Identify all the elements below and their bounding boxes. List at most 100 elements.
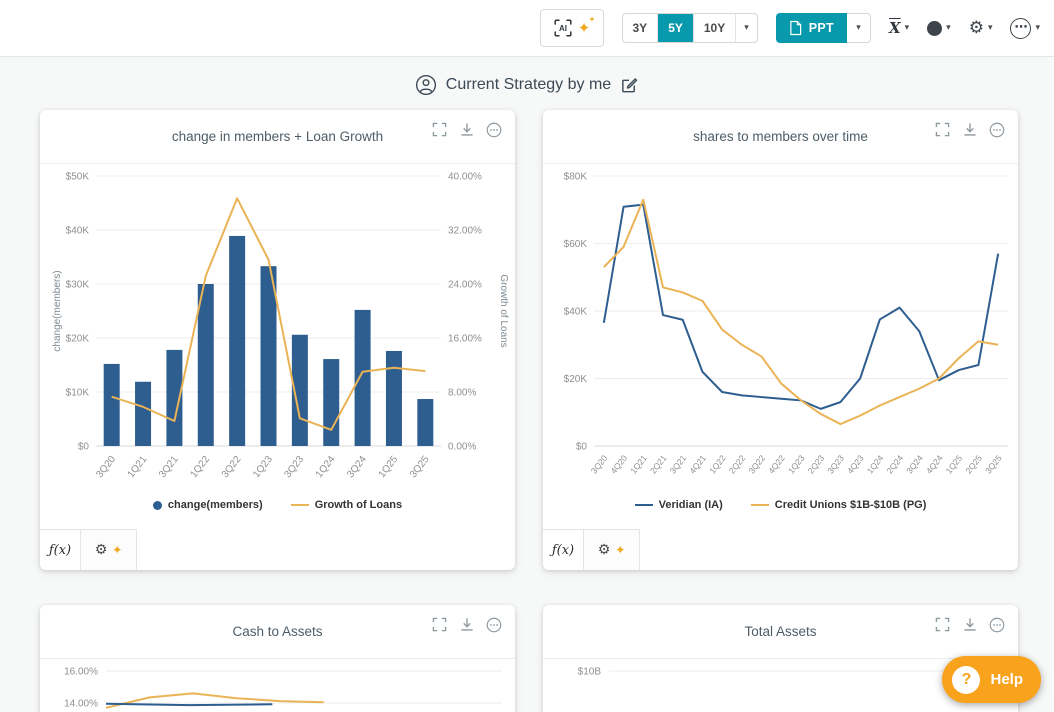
svg-text:AI: AI [559, 24, 567, 33]
expand-button[interactable] [431, 616, 448, 633]
ppt-export-group: PPT ▾ [775, 13, 871, 43]
expand-icon [432, 122, 447, 137]
svg-text:14.00%: 14.00% [64, 699, 98, 710]
edit-title-button[interactable] [620, 76, 639, 95]
legend-label: Growth of Loans [314, 499, 403, 511]
chevron-down-icon: ▾ [1035, 22, 1040, 33]
expand-button[interactable] [431, 121, 448, 138]
ppt-label: PPT [808, 21, 834, 35]
svg-text:4Q20: 4Q20 [608, 453, 629, 476]
svg-text:24.00%: 24.00% [448, 280, 482, 291]
legend-dot [152, 500, 162, 510]
fx-toolbar: ƒ(x) ⚙ ✦ [40, 529, 137, 570]
range-10y-button[interactable]: 10Y [692, 14, 735, 42]
svg-text:4Q21: 4Q21 [687, 453, 708, 476]
card-footer: ƒ(x) ⚙ ✦ [40, 529, 515, 570]
card-header: shares to members over time [543, 110, 1018, 164]
svg-text:3Q24: 3Q24 [904, 453, 925, 476]
circled-ellipsis-icon [989, 122, 1004, 137]
legend-label: Veridian (IA) [658, 499, 723, 511]
download-button[interactable] [458, 121, 475, 138]
chart-card-cash-to-assets: Cash to Assets 16.00% 14.00% [40, 605, 515, 712]
legend-label: Credit Unions $1B-$10B (PG) [774, 499, 927, 511]
svg-text:$10B: $10B [578, 667, 602, 678]
range-5y-button[interactable]: 5Y [657, 14, 693, 42]
download-button[interactable] [961, 616, 978, 633]
expand-button[interactable] [934, 616, 951, 633]
card-menu-button[interactable] [988, 121, 1005, 138]
formula-button[interactable]: ƒ(x) [543, 530, 583, 570]
more-options-button[interactable]: ⋯ ▾ [1010, 17, 1040, 39]
chart-ai-tools-button[interactable]: ⚙ ✦ [583, 530, 639, 570]
svg-text:8.00%: 8.00% [448, 388, 476, 399]
circled-ellipsis-icon [989, 617, 1004, 632]
chart-card-total-assets: Total Assets $10B [543, 605, 1018, 712]
card-actions [431, 121, 502, 138]
legend-item: Growth of Loans [290, 499, 403, 511]
svg-text:1Q24: 1Q24 [865, 453, 886, 476]
card-title: Total Assets [744, 624, 817, 639]
line-chart-partial: 16.00% 14.00% [64, 667, 502, 710]
svg-text:1Q22: 1Q22 [707, 453, 728, 476]
chart-ai-tools-button[interactable]: ⚙ ✦ [80, 530, 136, 570]
gear-icon: ⚙ [94, 542, 108, 558]
download-icon [963, 123, 976, 136]
legend-line [750, 504, 769, 506]
user-icon [415, 74, 437, 96]
download-button[interactable] [961, 121, 978, 138]
color-theme-button[interactable]: ▾ [927, 20, 951, 36]
card-header: Total Assets [543, 605, 1018, 659]
sparkle-icon: ✦ [615, 543, 626, 557]
svg-text:0.00%: 0.00% [448, 442, 476, 453]
range-3y-button[interactable]: 3Y [623, 14, 658, 42]
svg-text:$20K: $20K [564, 374, 588, 385]
strategy-header: Current Strategy by me [0, 57, 1054, 103]
chevron-down-icon: ▾ [856, 22, 861, 33]
card-menu-button[interactable] [485, 616, 502, 633]
gear-icon: ⚙ [597, 542, 611, 558]
legend-line [634, 504, 653, 506]
card-menu-button[interactable] [988, 616, 1005, 633]
svg-text:1Q23: 1Q23 [786, 453, 807, 476]
average-overlay-button[interactable]: X ▾ [889, 20, 909, 36]
ppt-export-button[interactable]: PPT [775, 13, 847, 43]
card-actions [431, 616, 502, 633]
svg-text:2Q21: 2Q21 [648, 453, 669, 476]
svg-text:Growth of Loans: Growth of Loans [498, 274, 509, 347]
legend-item: change(members) [152, 499, 263, 511]
download-button[interactable] [458, 616, 475, 633]
svg-text:2Q22: 2Q22 [727, 453, 748, 476]
range-dropdown-button[interactable]: ▾ [735, 14, 757, 42]
svg-text:$30K: $30K [66, 280, 90, 291]
combo-bar-line-chart: $0 0.00% $10K 8.00% $20K 16.00% $30K 24.00% $40K… [52, 172, 509, 481]
expand-button[interactable] [934, 121, 951, 138]
page-title: Current Strategy by me [445, 76, 612, 93]
help-button[interactable]: ? Help [942, 656, 1041, 703]
sparkle-icon: ✦ [112, 543, 123, 557]
ellipsis-icon: ⋯ [1010, 17, 1032, 39]
settings-button[interactable]: ⚙ ▾ [968, 17, 993, 38]
gear-icon: ⚙ [968, 17, 984, 38]
ai-assistant-button[interactable]: AI ✦ ✦ [539, 9, 604, 47]
svg-text:3Q21: 3Q21 [668, 453, 689, 476]
svg-text:16.00%: 16.00% [64, 667, 98, 678]
svg-text:2Q24: 2Q24 [884, 453, 905, 476]
circled-ellipsis-icon [486, 122, 501, 137]
download-icon [460, 123, 473, 136]
svg-text:1Q21: 1Q21 [628, 453, 649, 476]
ppt-dropdown-button[interactable]: ▾ [846, 13, 871, 43]
expand-icon [432, 617, 447, 632]
card-menu-button[interactable] [485, 121, 502, 138]
svg-text:3Q23: 3Q23 [282, 454, 306, 480]
dashboard-grid: change in members + Loan Growth $0 0.00% $… [0, 103, 1054, 712]
ai-chip-icon: AI [554, 19, 572, 37]
svg-text:3Q21: 3Q21 [157, 454, 181, 480]
legend-label: change(members) [167, 499, 263, 511]
formula-button[interactable]: ƒ(x) [40, 530, 80, 570]
card-title: shares to members over time [693, 129, 868, 144]
card-footer: ƒ(x) ⚙ ✦ [543, 529, 1018, 570]
svg-text:change(members): change(members) [52, 270, 63, 351]
card-header: change in members + Loan Growth [40, 110, 515, 164]
chevron-down-icon: ▾ [744, 22, 749, 33]
svg-text:1Q25: 1Q25 [944, 453, 965, 476]
